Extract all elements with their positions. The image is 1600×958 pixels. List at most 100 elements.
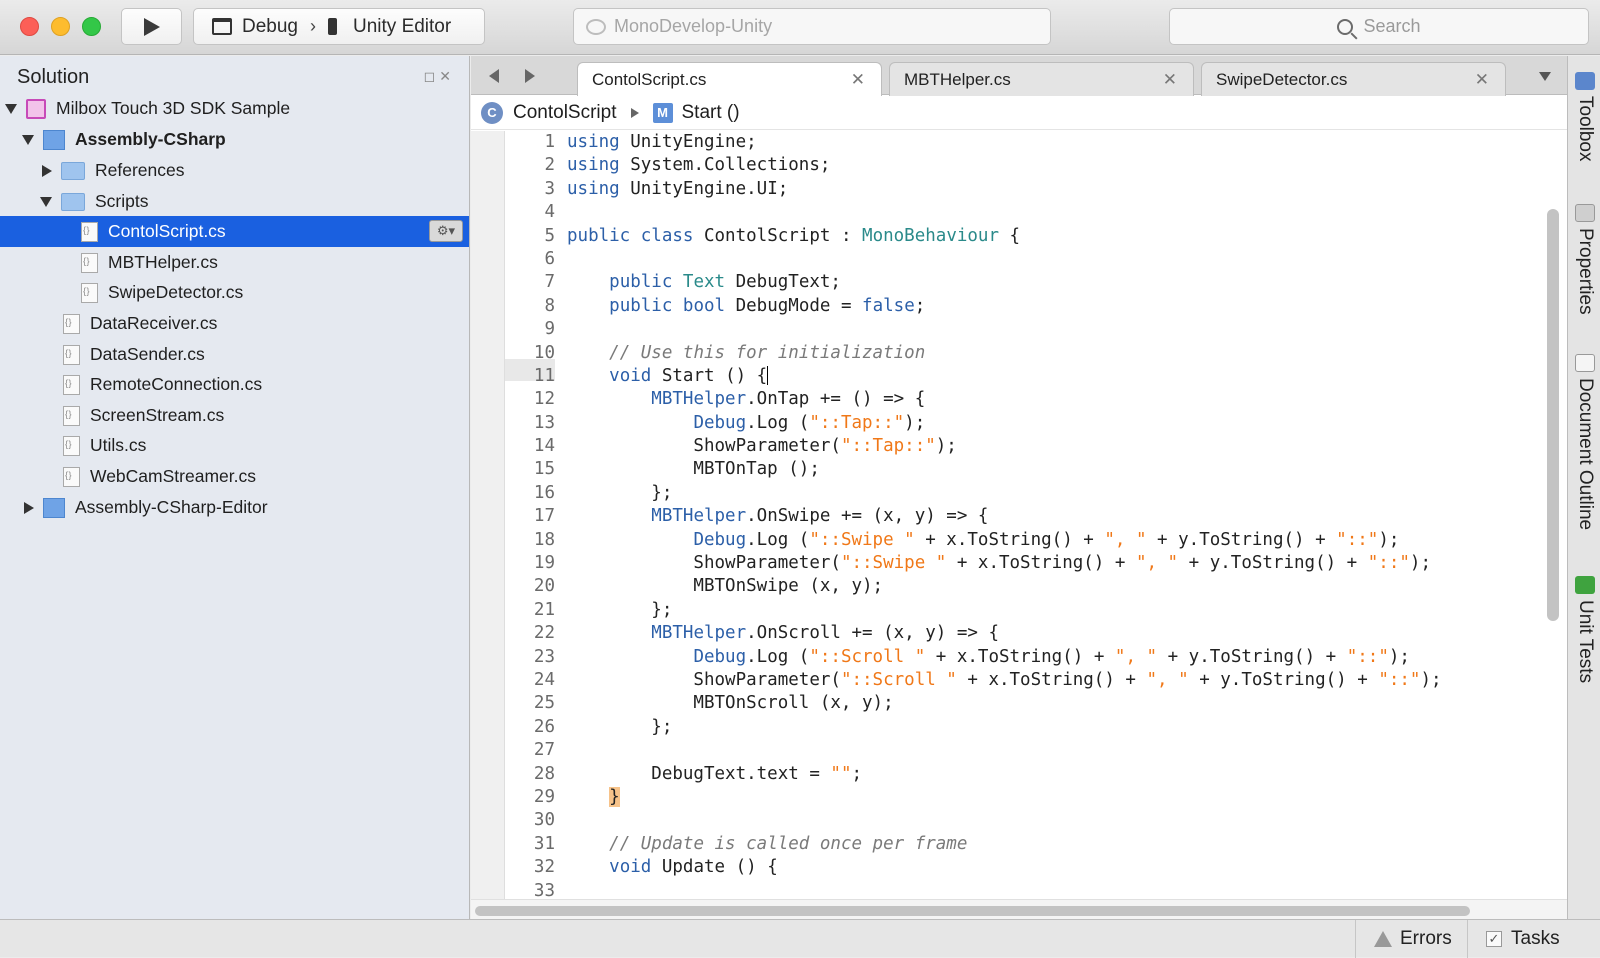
tree-item-file[interactable]: ScreenStream.cs	[0, 400, 469, 431]
errors-button[interactable]: Errors	[1355, 920, 1467, 958]
collapsed-arrow-icon[interactable]	[24, 501, 34, 514]
expanded-arrow-icon[interactable]	[5, 103, 17, 114]
tree-item-label: DataSender.cs	[90, 344, 205, 364]
search-placeholder: Search	[1363, 16, 1421, 36]
tree-item-references[interactable]: References	[0, 155, 469, 186]
line-number: 17	[533, 506, 555, 527]
tree-item-project[interactable]: Assembly-CSharp	[0, 124, 469, 155]
code-text-area[interactable]: 1 2 3 4 5 6 7 8 9 10 11 12 13 14 15 16 17 18 19 20 21 22 23 24 2…	[471, 131, 1567, 899]
tasks-button[interactable]: ✓ Tasks	[1467, 920, 1600, 958]
code-line: ShowParameter("::Swipe " + x.ToString() …	[567, 553, 1431, 574]
close-icon[interactable]: ✕	[1163, 70, 1177, 90]
csharp-file-icon	[63, 435, 80, 456]
tree-item-file[interactable]: DataSender.cs	[0, 339, 469, 370]
project-icon	[43, 497, 65, 518]
line-number: 10	[533, 342, 555, 363]
solution-panel: Solution ◻✕ Milbox Touch 3D SDK Sample A…	[0, 56, 470, 919]
configuration-label: Debug	[242, 15, 298, 37]
tree-item-file-selected[interactable]: ContolScript.cs ⚙▾	[0, 216, 469, 247]
csharp-file-icon	[63, 374, 80, 395]
code-line: using UnityEngine.UI;	[567, 178, 789, 199]
tree-item-file[interactable]: Utils.cs	[0, 430, 469, 461]
tree-item-file[interactable]: RemoteConnection.cs	[0, 369, 469, 400]
dock-properties[interactable]: Properties	[1572, 204, 1598, 315]
line-number: 31	[533, 833, 555, 854]
target-label: Unity Editor	[353, 15, 452, 37]
dock-label: Unit Tests	[1575, 600, 1596, 684]
line-number: 2	[544, 155, 555, 176]
line-number: 13	[533, 412, 555, 433]
line-number: 21	[533, 599, 555, 620]
line-number: 30	[533, 810, 555, 831]
close-window-button[interactable]	[20, 17, 39, 36]
collapsed-arrow-icon[interactable]	[42, 164, 52, 177]
class-icon: C	[481, 101, 503, 124]
warning-icon	[1374, 931, 1392, 947]
line-number: 18	[533, 529, 555, 550]
nav-forward-icon[interactable]	[525, 69, 535, 83]
tree-item-file[interactable]: DataReceiver.cs	[0, 308, 469, 339]
status-area: MonoDevelop-Unity	[573, 8, 1051, 45]
tree-item-file[interactable]: WebCamStreamer.cs	[0, 461, 469, 492]
tree-item-file[interactable]: SwipeDetector.cs	[0, 277, 469, 308]
code-line: void Start () {	[609, 365, 769, 386]
minimize-window-button[interactable]	[51, 17, 70, 36]
references-folder-icon	[61, 161, 85, 180]
tree-item-label: RemoteConnection.cs	[90, 374, 263, 394]
tab-overflow-chevron-down-icon[interactable]	[1539, 72, 1551, 81]
expanded-arrow-icon[interactable]	[40, 196, 52, 207]
run-configuration-selector[interactable]: Debug › Unity Editor	[193, 8, 485, 45]
tree-item-label: WebCamStreamer.cs	[90, 466, 256, 486]
maximize-pad-icon[interactable]: ◻	[424, 68, 440, 84]
line-number: 11	[533, 365, 555, 386]
close-icon[interactable]: ✕	[851, 70, 865, 90]
tree-item-label: ScreenStream.cs	[90, 405, 225, 425]
tree-item-solution[interactable]: Milbox Touch 3D SDK Sample	[0, 93, 469, 124]
code-line: MBTOnTap ();	[567, 459, 820, 480]
gear-icon[interactable]: ⚙▾	[429, 220, 463, 242]
tab-swipedetector[interactable]: SwipeDetector.cs ✕	[1201, 62, 1506, 96]
line-numbers: 1 2 3 4 5 6 7 8 9 10 11 12 13 14 15 16 17 18 19 20 21 22 23 24 2…	[505, 131, 555, 899]
tree-item-label: ContolScript.cs	[108, 221, 226, 241]
tree-item-file[interactable]: MBTHelper.cs	[0, 247, 469, 278]
project-icon	[43, 129, 65, 150]
tree-item-label: Scripts	[95, 191, 149, 211]
outline-icon	[1575, 354, 1595, 372]
tab-contolscript[interactable]: ContolScript.cs ✕	[577, 62, 882, 97]
csharp-file-icon	[81, 221, 98, 242]
dock-document-outline[interactable]: Document Outline	[1572, 354, 1598, 530]
status-text: MonoDevelop-Unity	[614, 16, 773, 36]
dock-unit-tests[interactable]: Unit Tests	[1572, 576, 1598, 683]
line-number: 20	[533, 576, 555, 597]
dock-toolbox[interactable]: Toolbox	[1572, 72, 1598, 162]
line-number: 9	[544, 319, 555, 340]
close-icon[interactable]: ✕	[1475, 70, 1489, 90]
nav-back-icon[interactable]	[489, 69, 499, 83]
line-number: 12	[533, 389, 555, 410]
zoom-window-button[interactable]	[82, 17, 101, 36]
code-editor: ContolScript.cs ✕ MBTHelper.cs ✕ SwipeDe…	[471, 56, 1567, 919]
breadcrumb-method[interactable]: Start ()	[682, 102, 740, 124]
tab-mbthelper[interactable]: MBTHelper.cs ✕	[889, 62, 1194, 96]
chevron-right-icon: ›	[310, 16, 316, 36]
tree-item-scripts-folder[interactable]: Scripts	[0, 186, 469, 217]
code-line: void Update () {	[609, 857, 778, 878]
horizontal-scrollbar[interactable]	[475, 906, 1470, 916]
run-button[interactable]	[121, 8, 182, 45]
line-number: 33	[533, 880, 555, 900]
close-pad-icon[interactable]: ✕	[439, 68, 455, 84]
breadcrumb-class[interactable]: ContolScript	[513, 102, 617, 124]
tree-item-project[interactable]: Assembly-CSharp-Editor	[0, 492, 469, 523]
tab-label: MBTHelper.cs	[904, 69, 1011, 89]
line-number: 32	[533, 857, 555, 878]
search-input[interactable]: Search	[1169, 8, 1589, 45]
csharp-file-icon	[63, 313, 80, 334]
tree-item-label: SwipeDetector.cs	[108, 282, 244, 302]
vertical-scrollbar[interactable]	[1547, 209, 1559, 621]
expanded-arrow-icon[interactable]	[22, 134, 34, 145]
line-number: 14	[533, 436, 555, 457]
